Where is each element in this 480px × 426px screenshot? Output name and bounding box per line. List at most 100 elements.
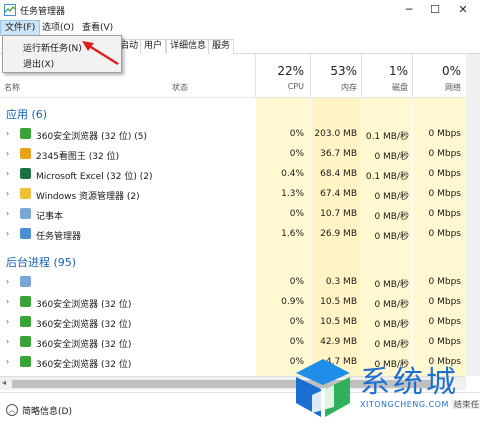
- maximize-button[interactable]: ☐: [422, 2, 448, 18]
- process-icon: [20, 168, 31, 179]
- cpu-value: 0%: [289, 209, 304, 219]
- menu-item-run-new-task[interactable]: 运行新任务(N): [23, 41, 82, 54]
- chevron-right-icon[interactable]: ›: [6, 357, 9, 366]
- chevron-right-icon[interactable]: ›: [6, 277, 9, 286]
- process-icon: [20, 296, 31, 307]
- process-name: Microsoft Excel (32 位) (2): [36, 172, 153, 182]
- chevron-right-icon[interactable]: ›: [6, 149, 9, 158]
- network-value: 0 Mbps: [428, 149, 461, 159]
- cpu-percent: 22%: [277, 64, 304, 78]
- process-icon: [20, 228, 31, 239]
- watermark-text: 系统城: [360, 365, 459, 400]
- memory-value: 10.5 MB: [320, 297, 357, 307]
- network-value: 0 Mbps: [428, 337, 461, 347]
- end-task-button[interactable]: 结束任务(E): [451, 400, 480, 409]
- process-icon: [20, 188, 31, 199]
- process-name: 2345看图王 (32 位): [36, 152, 120, 162]
- col-network[interactable]: 网络: [413, 82, 461, 93]
- process-icon: [20, 316, 31, 327]
- cpu-value: 0%: [289, 149, 304, 159]
- network-value: 0 Mbps: [428, 129, 461, 139]
- section-background[interactable]: 后台进程 (95): [6, 254, 76, 270]
- cpu-value: 0%: [289, 337, 304, 347]
- cpu-value: 1.6%: [281, 229, 304, 239]
- chevron-right-icon[interactable]: ›: [6, 297, 9, 306]
- process-row[interactable]: › 任务管理器 1.6% 26.9 MB 0 MB/秒 0 Mbps: [0, 224, 466, 244]
- network-value: 0 Mbps: [428, 229, 461, 239]
- disk-value: 0 MB/秒: [374, 152, 409, 162]
- close-button[interactable]: ✕: [450, 2, 476, 18]
- chevron-right-icon[interactable]: ›: [6, 317, 9, 326]
- menu-view[interactable]: 查看(V): [78, 20, 117, 36]
- chevron-right-icon[interactable]: ›: [6, 209, 9, 218]
- chevron-up-icon[interactable]: ︿: [6, 404, 18, 416]
- col-disk[interactable]: 磁盘: [362, 82, 408, 93]
- process-name: 任务管理器: [36, 232, 82, 242]
- cpu-value: 0%: [289, 277, 304, 287]
- memory-value: 68.4 MB: [320, 169, 357, 179]
- minimize-button[interactable]: ─: [396, 2, 422, 18]
- memory-value: 67.4 MB: [320, 189, 357, 199]
- process-row[interactable]: › Microsoft Excel (32 位) (2) 0.4% 68.4 MB 0.…: [0, 164, 466, 184]
- title-bar: 任务管理器 ─ ☐ ✕: [0, 0, 480, 20]
- memory-value: 36.7 MB: [320, 149, 357, 159]
- memory-value: 42.9 MB: [320, 337, 357, 347]
- process-row[interactable]: › 360安全浏览器 (32 位) (5) 0% 203.0 MB 0.1 MB/秒 0 …: [0, 124, 466, 144]
- tab-services[interactable]: 服务: [208, 39, 235, 54]
- process-name: Windows 资源管理器 (2): [36, 192, 140, 202]
- process-row[interactable]: › 2345看图王 (32 位) 0% 36.7 MB 0 MB/秒 0 Mbps: [0, 144, 466, 164]
- menu-file[interactable]: 文件(F): [0, 20, 41, 36]
- col-cpu[interactable]: CPU: [256, 82, 304, 91]
- col-status[interactable]: 状态: [172, 82, 188, 93]
- disk-value: 0 MB/秒: [374, 192, 409, 202]
- process-row[interactable]: › 360安全浏览器 (32 位) 0% 10.5 MB 0 MB/秒 0 Mbps: [0, 312, 466, 332]
- disk-percent: 1%: [388, 64, 408, 78]
- process-icon: [20, 336, 31, 347]
- memory-percent: 53%: [330, 64, 357, 78]
- network-percent: 0%: [441, 64, 461, 78]
- memory-value: 26.9 MB: [320, 229, 357, 239]
- process-name: 360安全浏览器 (32 位): [36, 320, 132, 330]
- cpu-value: 0.9%: [281, 297, 304, 307]
- process-icon: [20, 356, 31, 367]
- process-icon: [20, 128, 31, 139]
- scroll-left-icon[interactable]: ◂: [2, 378, 6, 387]
- section-apps[interactable]: 应用 (6): [6, 106, 47, 122]
- chevron-right-icon[interactable]: ›: [6, 337, 9, 346]
- disk-value: 0 MB/秒: [374, 212, 409, 222]
- menu-bar: 文件(F) 选项(O) 查看(V): [0, 20, 480, 36]
- process-row[interactable]: › 0% 0.3 MB 0 MB/秒 0 Mbps: [0, 272, 466, 292]
- column-separator: [255, 54, 256, 98]
- window-title: 任务管理器: [20, 7, 66, 17]
- network-value: 0 Mbps: [428, 189, 461, 199]
- process-row[interactable]: › 记事本 0% 10.7 MB 0 MB/秒 0 Mbps: [0, 204, 466, 224]
- watermark-logo-icon: [296, 359, 350, 417]
- watermark: 系统城 XITONGCHENG.COM 结束任务(E): [290, 355, 480, 425]
- tab-details[interactable]: 详细信息: [166, 39, 211, 54]
- network-value: 0 Mbps: [428, 277, 461, 287]
- task-manager-icon: [4, 4, 16, 16]
- network-value: 0 Mbps: [428, 317, 461, 327]
- vertical-scrollbar[interactable]: [466, 54, 480, 376]
- process-row[interactable]: › 360安全浏览器 (32 位) 0.9% 10.5 MB 0 MB/秒 0 Mbps: [0, 292, 466, 312]
- process-row[interactable]: › 360安全浏览器 (32 位) 0% 42.9 MB 0 MB/秒 0 Mbps: [0, 332, 466, 352]
- fewer-details-link[interactable]: 简略信息(D): [22, 404, 72, 417]
- chevron-right-icon[interactable]: ›: [6, 169, 9, 178]
- menu-options[interactable]: 选项(O): [38, 20, 78, 36]
- col-memory[interactable]: 内存: [311, 82, 357, 93]
- memory-value: 10.5 MB: [320, 317, 357, 327]
- process-row[interactable]: › Windows 资源管理器 (2) 1.3% 67.4 MB 0 MB/秒 0 Mbp…: [0, 184, 466, 204]
- tab-users[interactable]: 用户: [140, 39, 167, 54]
- chevron-right-icon[interactable]: ›: [6, 189, 9, 198]
- disk-value: 0.1 MB/秒: [365, 172, 409, 182]
- process-icon: [20, 148, 31, 159]
- col-name[interactable]: 名称: [4, 82, 20, 93]
- network-value: 0 Mbps: [428, 169, 461, 179]
- process-name: 360安全浏览器 (32 位): [36, 360, 132, 370]
- chevron-right-icon[interactable]: ›: [6, 129, 9, 138]
- process-name: 360安全浏览器 (32 位): [36, 300, 132, 310]
- chevron-right-icon[interactable]: ›: [6, 229, 9, 238]
- cpu-value: 0%: [289, 317, 304, 327]
- menu-item-exit[interactable]: 退出(X): [23, 57, 54, 70]
- process-name: 360安全浏览器 (32 位): [36, 340, 132, 350]
